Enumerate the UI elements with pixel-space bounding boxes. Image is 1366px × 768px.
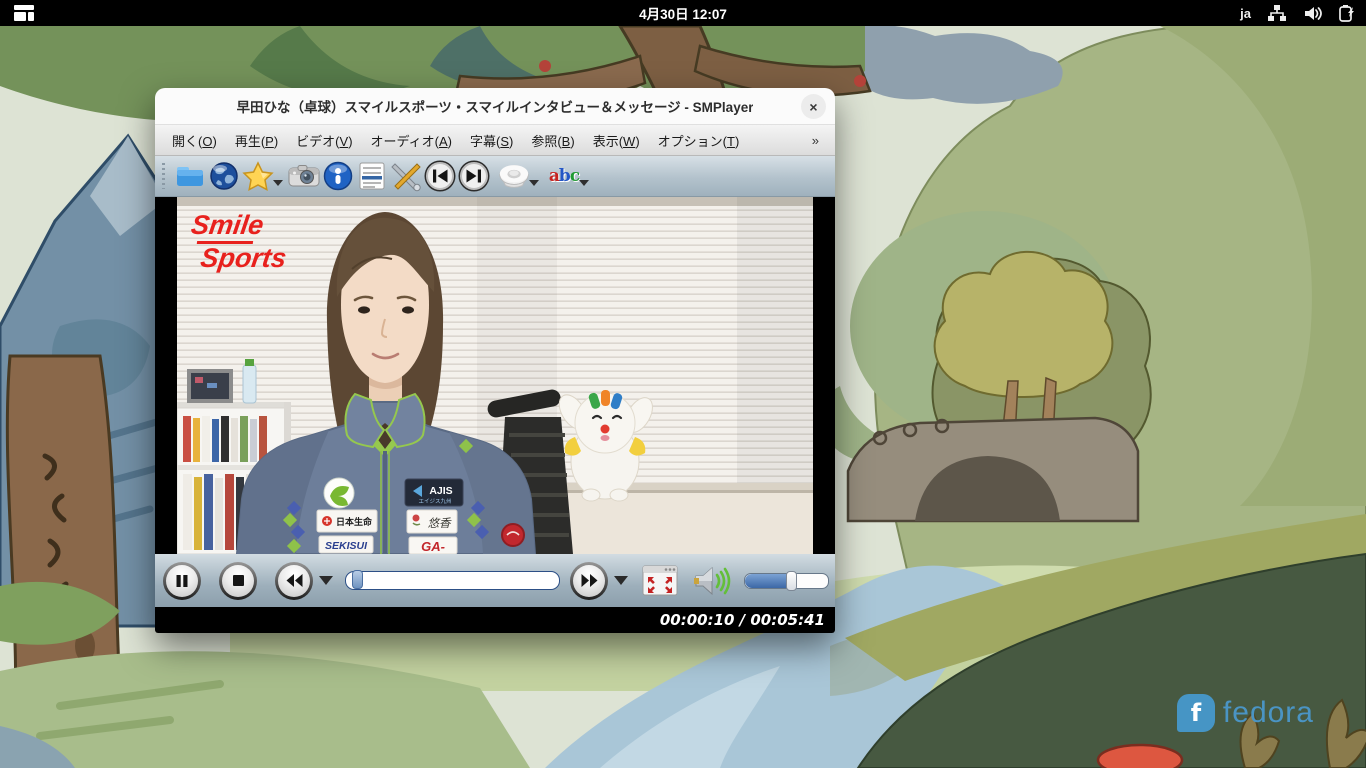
video-display-area[interactable]: AJIS エイジス九州 日本生命 SEKISUI 悠香 GA- Smile Sp…	[155, 197, 835, 554]
preferences-icon[interactable]	[389, 159, 423, 193]
keyboard-layout-indicator[interactable]: ja	[1240, 6, 1251, 21]
rewind-dropdown[interactable]	[319, 576, 333, 585]
fullscreen-button[interactable]	[642, 565, 678, 596]
menu-overflow-button[interactable]: »	[804, 133, 827, 148]
clock[interactable]: 4月30日 12:07	[639, 3, 727, 23]
toolbar: abc	[155, 156, 835, 197]
svg-text:悠香: 悠香	[428, 516, 452, 530]
open-url-icon[interactable]	[207, 159, 241, 193]
pause-button[interactable]	[163, 561, 201, 600]
network-wired-icon[interactable]	[1267, 4, 1287, 22]
menu-view[interactable]: 表示(W)	[584, 131, 649, 150]
title-bar[interactable]: 早田ひな（卓球）スマイルスポーツ・スマイルインタビュー＆メッセージ - SMPl…	[155, 88, 835, 125]
screenshot-icon[interactable]	[287, 159, 321, 193]
pause-icon	[176, 574, 188, 587]
previous-icon[interactable]	[423, 159, 457, 193]
system-tray: ja	[1240, 0, 1356, 26]
menu-video[interactable]: ビデオ(V)	[287, 131, 361, 150]
rewind-icon	[286, 574, 302, 587]
volume-fill	[745, 573, 791, 588]
status-bar: 00:00:10 / 00:05:41	[155, 607, 835, 633]
menu-subtitles[interactable]: 字幕(S)	[461, 131, 522, 150]
playlist-icon[interactable]	[355, 159, 389, 193]
smile-sports-logo: Smile Sports	[189, 210, 289, 273]
subtitles-icon[interactable]: abc	[547, 159, 581, 193]
favorites-dropdown[interactable]	[273, 180, 283, 186]
svg-text:エイジス九州: エイジス九州	[418, 497, 451, 505]
forward-dropdown[interactable]	[614, 576, 628, 585]
menu-browse[interactable]: 参照(B)	[522, 131, 583, 150]
video-frame: AJIS エイジス九州 日本生命 SEKISUI 悠香 GA- Smile Sp…	[176, 197, 813, 554]
time-display: 00:00:10 / 00:05:41	[659, 611, 825, 629]
open-file-icon[interactable]	[173, 159, 207, 193]
audio-track-icon[interactable]	[497, 159, 531, 193]
window-title: 早田ひな（卓球）スマイルスポーツ・スマイルインタビュー＆メッセージ - SMPl…	[236, 100, 754, 115]
svg-text:日本生命: 日本生命	[336, 516, 373, 527]
seek-slider[interactable]	[345, 570, 560, 590]
battery-charging-icon[interactable]	[1338, 4, 1356, 23]
activities-icon[interactable]	[14, 5, 36, 21]
menu-audio[interactable]: オーディオ(A)	[362, 131, 461, 150]
control-bar	[155, 554, 835, 607]
menu-bar: 開く(O) 再生(P) ビデオ(V) オーディオ(A) 字幕(S) 参照(B) …	[155, 125, 835, 156]
menu-play[interactable]: 再生(P)	[226, 131, 287, 150]
top-bar: 4月30日 12:07 ja	[0, 0, 1366, 26]
menu-open[interactable]: 開く(O)	[163, 131, 226, 150]
fedora-icon: f	[1176, 694, 1215, 732]
fullscreen-icon	[642, 565, 678, 596]
rewind-button[interactable]	[275, 561, 313, 600]
fast-forward-icon	[581, 574, 597, 587]
sponsor-patch-yuka: 悠香	[406, 509, 458, 534]
favorites-icon[interactable]	[241, 159, 275, 193]
desktop: f fedora 4月30日 12:07 ja 早田ひな（卓球）スマイルスポーツ…	[0, 0, 1366, 768]
sponsor-patch-sekisui: SEKISUI	[318, 535, 374, 554]
seek-handle[interactable]	[352, 570, 364, 589]
menu-options[interactable]: オプション(T)	[649, 131, 749, 150]
sponsor-patch-ajis: AJIS エイジス九州	[404, 478, 464, 507]
next-icon[interactable]	[457, 159, 491, 193]
close-button[interactable]: ×	[801, 94, 826, 119]
svg-text:AJIS: AJIS	[429, 485, 452, 497]
volume-icon[interactable]	[1303, 5, 1322, 22]
fedora-label: fedora	[1222, 696, 1314, 729]
subtitles-dropdown[interactable]	[579, 180, 589, 186]
sponsor-patch-ga: GA-	[408, 536, 458, 554]
sponsor-patch-nippon-life: 日本生命	[316, 509, 378, 533]
toolbar-drag-handle[interactable]	[161, 163, 168, 189]
smplayer-window: 早田ひな（卓球）スマイルスポーツ・スマイルインタビュー＆メッセージ - SMPl…	[155, 88, 835, 633]
svg-text:SEKISUI: SEKISUI	[325, 540, 368, 552]
stop-button[interactable]	[219, 561, 257, 600]
volume-speaker-icon	[694, 566, 731, 595]
audio-track-dropdown[interactable]	[529, 180, 539, 186]
forward-button[interactable]	[570, 561, 608, 600]
volume-handle[interactable]	[785, 570, 797, 591]
volume-slider[interactable]	[744, 570, 829, 591]
svg-text:GA-: GA-	[421, 539, 445, 554]
info-icon[interactable]	[321, 159, 355, 193]
fedora-logo: f fedora	[1176, 694, 1314, 732]
mute-button[interactable]	[692, 564, 732, 598]
stop-icon	[232, 575, 244, 586]
close-icon: ×	[809, 98, 818, 115]
